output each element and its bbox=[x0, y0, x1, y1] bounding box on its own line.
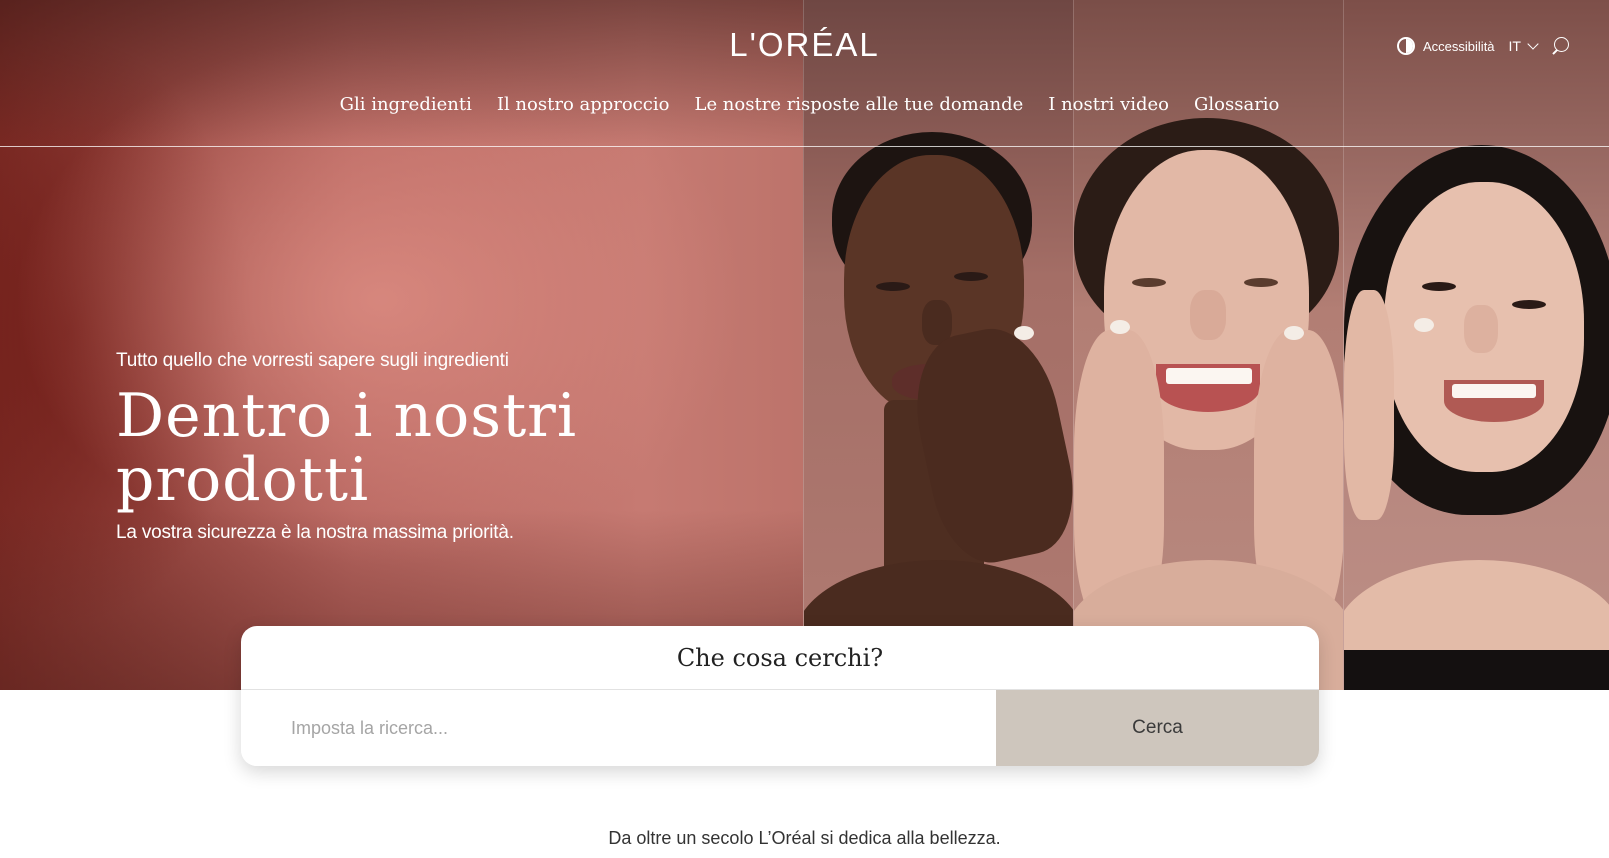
loreal-logo[interactable]: L'ORÉAL bbox=[0, 26, 1609, 64]
hero-subhead: La vostra sicurezza è la nostra massima … bbox=[116, 522, 514, 543]
search-input[interactable] bbox=[241, 690, 996, 766]
hero-headline: Dentro i nostri prodotti bbox=[116, 384, 577, 512]
language-selector[interactable]: IT bbox=[1508, 38, 1539, 54]
search-title: Che cosa cerchi? bbox=[241, 626, 1319, 690]
site-header: L'ORÉAL Accessibilità IT Gli ingredienti… bbox=[0, 0, 1609, 147]
hero-eyebrow: Tutto quello che vorresti sapere sugli i… bbox=[116, 350, 509, 371]
nav-item-approccio[interactable]: Il nostro approccio bbox=[497, 94, 670, 115]
chevron-down-icon bbox=[1527, 38, 1539, 50]
language-label: IT bbox=[1508, 38, 1521, 54]
contrast-icon bbox=[1397, 37, 1416, 55]
main-nav: Gli ingredienti Il nostro approccio Le n… bbox=[0, 94, 1609, 115]
search-button[interactable]: Cerca bbox=[996, 690, 1319, 766]
accessibility-button[interactable]: Accessibilità bbox=[1397, 37, 1495, 55]
search-row: Cerca bbox=[241, 690, 1319, 766]
nav-item-video[interactable]: I nostri video bbox=[1048, 94, 1169, 115]
hero-text: Tutto quello che vorresti sapere sugli i… bbox=[116, 350, 577, 544]
nav-item-glossario[interactable]: Glossario bbox=[1194, 94, 1279, 115]
nav-item-ingredienti[interactable]: Gli ingredienti bbox=[340, 94, 472, 115]
nav-item-risposte[interactable]: Le nostre risposte alle tue domande bbox=[694, 94, 1023, 115]
hero-headline-line-1: Dentro i nostri bbox=[116, 381, 578, 451]
search-card: Che cosa cerchi? Cerca bbox=[241, 626, 1319, 766]
accessibility-label: Accessibilità bbox=[1423, 38, 1495, 54]
header-divider bbox=[0, 146, 1609, 147]
intro-text: Da oltre un secolo L’Oréal si dedica all… bbox=[608, 828, 1001, 848]
header-utilities: Accessibilità IT bbox=[1397, 36, 1571, 56]
hero-headline-line-2: prodotti bbox=[116, 445, 370, 515]
search-icon[interactable] bbox=[1551, 36, 1571, 56]
